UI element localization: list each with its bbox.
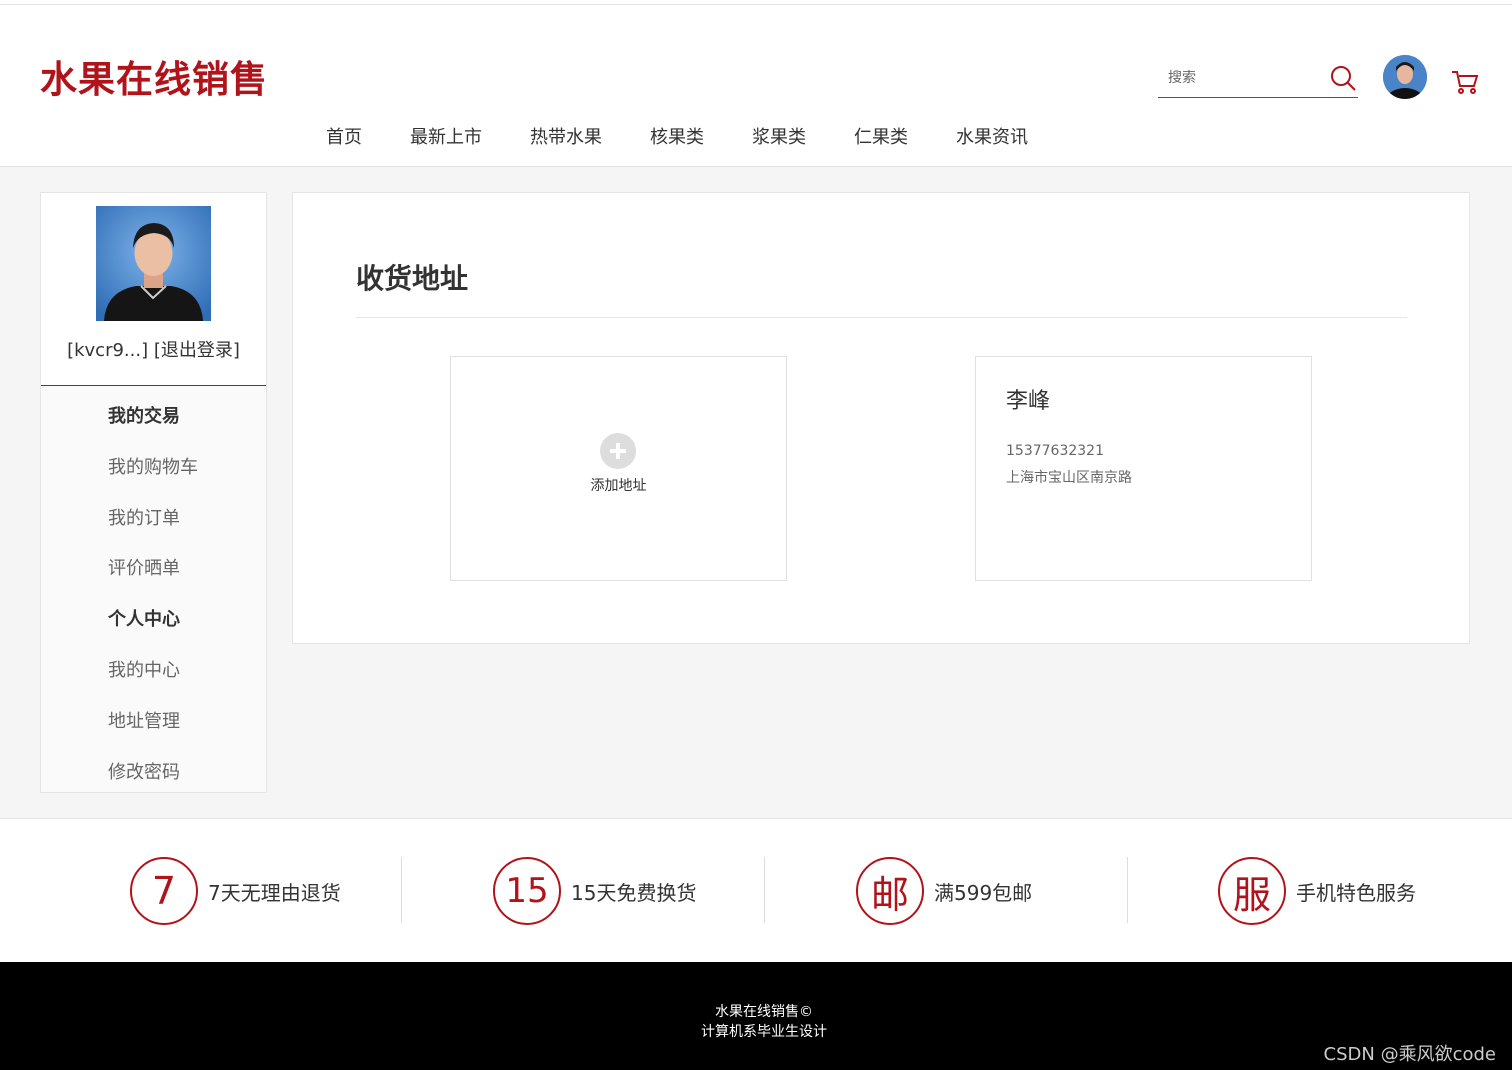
- sidebar-item-orders[interactable]: 我的订单: [41, 494, 266, 545]
- add-address-card[interactable]: 添加地址: [450, 356, 787, 581]
- watermark: CSDN @乘风欲code: [1323, 1044, 1496, 1065]
- search-input[interactable]: [1168, 63, 1328, 93]
- service-label: 15天免费换货: [571, 880, 697, 905]
- site-header: 水果在线销售 首页 最新上市 热带水果 核果类 浆果类 仁果类: [0, 5, 1512, 167]
- user-avatar[interactable]: [1383, 55, 1427, 99]
- nav-item-berries[interactable]: 浆果类: [752, 123, 806, 149]
- nav-item-home[interactable]: 首页: [326, 123, 362, 149]
- service-strip: 7 7天无理由退货 15 15天免费换货 邮 满599包邮 服 手机特色服务: [0, 818, 1512, 962]
- username-line: [kvcr9...] [退出登录]: [41, 336, 266, 362]
- add-address-label: 添加地址: [590, 478, 647, 494]
- nav-item-news[interactable]: 水果资讯: [956, 123, 1028, 149]
- cart-icon[interactable]: [1450, 67, 1480, 97]
- nav-item-new[interactable]: 最新上市: [410, 123, 482, 149]
- site-footer: 水果在线销售© 计算机系毕业生设计 CSDN @乘风欲code: [0, 962, 1512, 1070]
- returns-icon: 7: [130, 857, 198, 925]
- address-panel: 收货地址 添加地址 李峰 15377632321 上海市宝山区南京路: [292, 192, 1470, 644]
- service-support: 服 手机特色服务: [1218, 857, 1416, 925]
- search-box: [1158, 63, 1358, 98]
- nav-item-tropical[interactable]: 热带水果: [530, 123, 602, 149]
- nav-item-pome[interactable]: 仁果类: [854, 123, 908, 149]
- service-label: 手机特色服务: [1296, 880, 1416, 905]
- search-icon[interactable]: [1328, 63, 1358, 93]
- plus-icon: [600, 433, 636, 469]
- recipient-phone: 15377632321: [1006, 443, 1104, 459]
- footer-copyright: 水果在线销售©: [715, 1004, 813, 1020]
- site-logo[interactable]: 水果在线销售: [40, 49, 268, 103]
- sidebar-heading-personal: 个人中心: [108, 609, 180, 631]
- service-shipping: 邮 满599包邮: [856, 857, 1032, 925]
- nav-item-stone-fruit[interactable]: 核果类: [650, 123, 704, 149]
- profile-panel: [kvcr9...] [退出登录]: [41, 193, 266, 386]
- profile-photo: [96, 206, 211, 321]
- recipient-address: 上海市宝山区南京路: [1006, 470, 1132, 486]
- address-card[interactable]: 李峰 15377632321 上海市宝山区南京路: [975, 356, 1312, 581]
- sidebar-item-my-center[interactable]: 我的中心: [41, 646, 266, 697]
- service-label: 满599包邮: [934, 880, 1033, 905]
- sidebar-item-reviews[interactable]: 评价晒单: [41, 544, 266, 595]
- main-nav: 首页 最新上市 热带水果 核果类 浆果类 仁果类 水果资讯: [326, 123, 1076, 149]
- exchange-icon: 15: [493, 857, 561, 925]
- shipping-icon: 邮: [856, 857, 924, 925]
- sidebar-heading-transactions: 我的交易: [108, 406, 180, 427]
- footer-credit: 计算机系毕业生设计: [701, 1024, 827, 1040]
- username[interactable]: [kvcr9...]: [67, 340, 148, 361]
- service-returns: 7 7天无理由退货: [130, 857, 341, 925]
- support-icon: 服: [1218, 857, 1286, 925]
- service-label: 7天无理由退货: [208, 880, 341, 905]
- sidebar-item-cart[interactable]: 我的购物车: [41, 443, 266, 494]
- logout-link[interactable]: [退出登录]: [154, 340, 240, 361]
- service-exchange: 15 15天免费换货: [493, 857, 696, 925]
- user-sidebar: [kvcr9...] [退出登录] 我的交易 我的购物车 我的订单 评价晒单 个…: [40, 192, 267, 793]
- sidebar-item-password[interactable]: 修改密码: [41, 748, 266, 799]
- title-divider: [356, 317, 1407, 318]
- recipient-name: 李峰: [1006, 389, 1051, 414]
- sidebar-item-address[interactable]: 地址管理: [41, 697, 266, 748]
- service-divider: [764, 857, 765, 923]
- page-title: 收货地址: [356, 262, 469, 295]
- service-divider: [1127, 857, 1128, 923]
- sidebar-menu: 我的交易 我的购物车 我的订单 评价晒单 个人中心 我的中心 地址管理 修改密码: [41, 386, 266, 792]
- service-divider: [401, 857, 402, 923]
